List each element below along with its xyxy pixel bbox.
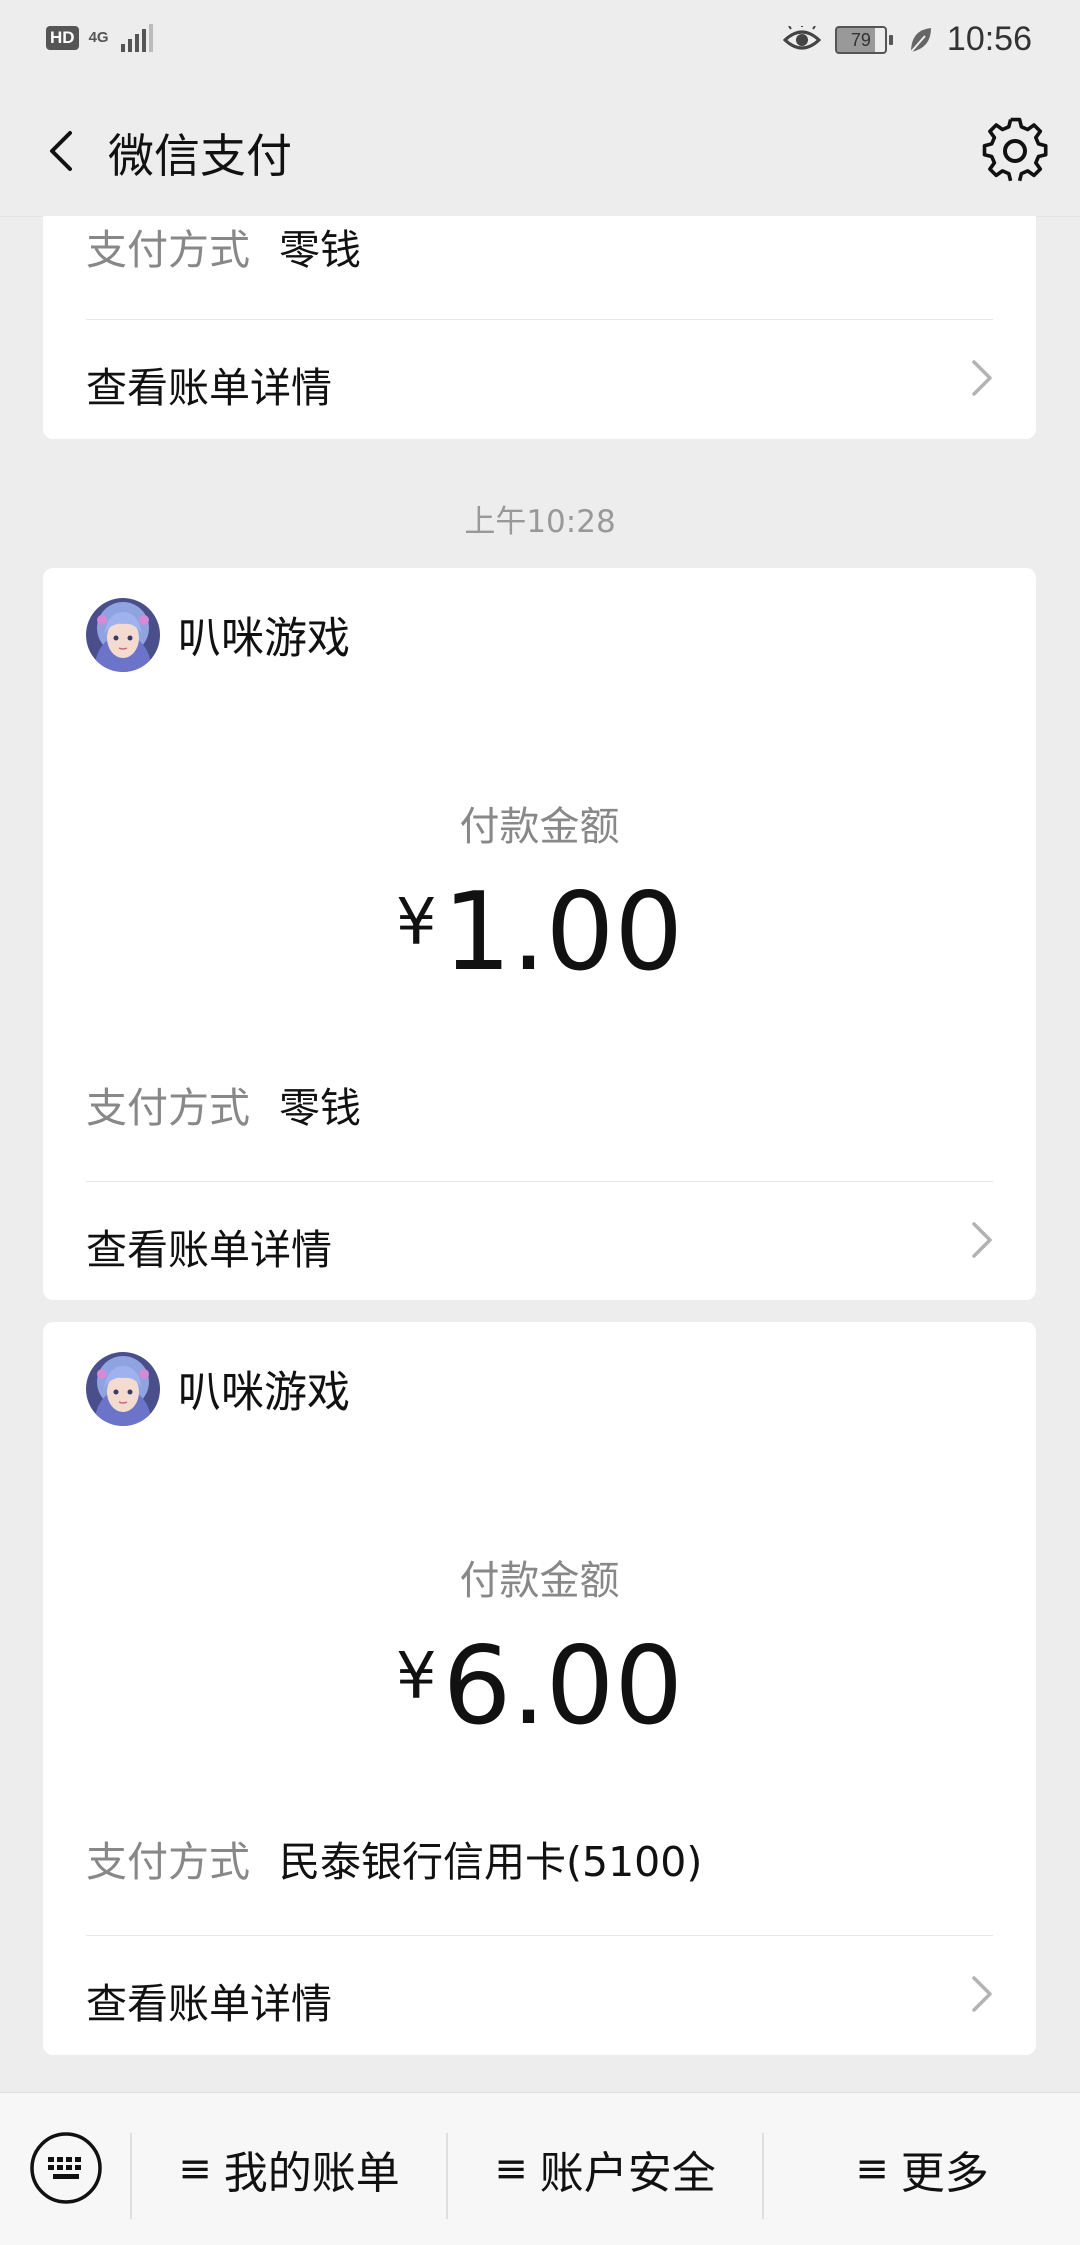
view-bill-detail-label: 查看账单详情 bbox=[86, 1980, 332, 2028]
menu-account-security[interactable]: ≡ 账户安全 bbox=[448, 2093, 762, 2245]
battery-indicator: 79 bbox=[834, 25, 893, 54]
merchant-avatar bbox=[86, 598, 160, 672]
network-type: 4G bbox=[88, 29, 109, 46]
merchant-header[interactable]: 叭咪游戏 bbox=[86, 598, 350, 672]
pay-method-label: 支付方式 bbox=[86, 1838, 250, 1886]
view-bill-detail-row[interactable]: 查看账单详情 bbox=[43, 320, 1036, 439]
amount-label: 付款金额 bbox=[459, 804, 620, 850]
view-bill-detail-label: 查看账单详情 bbox=[86, 364, 332, 412]
merchant-header[interactable]: 叭咪游戏 bbox=[86, 1352, 350, 1426]
clock: 10:56 bbox=[946, 20, 1032, 58]
pay-method-label: 支付方式 bbox=[86, 226, 250, 274]
payment-amount: ¥1.00 bbox=[43, 870, 1036, 995]
currency-symbol: ¥ bbox=[395, 1640, 437, 1714]
view-bill-detail-row[interactable]: 查看账单详情 bbox=[43, 1936, 1036, 2055]
chevron-right-icon bbox=[972, 360, 992, 396]
view-bill-detail-row[interactable]: 查看账单详情 bbox=[43, 1182, 1036, 1300]
leaf-icon bbox=[910, 27, 931, 53]
merchant-avatar bbox=[86, 1352, 160, 1426]
payment-card: 叭咪游戏 付款金额 ¥6.00 支付方式 民泰银行信用卡(5100) 查看账单详… bbox=[43, 1322, 1036, 2055]
menu-label: 账户安全 bbox=[539, 2148, 716, 2199]
amount-label: 付款金额 bbox=[459, 1558, 620, 1604]
menu-label: 更多 bbox=[900, 2148, 989, 2199]
chevron-right-icon bbox=[972, 1976, 992, 2012]
status-bar: HD 4G 79 10:56 bbox=[0, 0, 1080, 86]
signal-icon bbox=[120, 24, 153, 52]
status-right: 79 10:56 bbox=[782, 20, 1032, 59]
currency-symbol: ¥ bbox=[395, 886, 437, 960]
merchant-name: 叭咪游戏 bbox=[178, 1368, 350, 1418]
settings-gear-icon[interactable] bbox=[980, 116, 1050, 186]
pay-method-label: 支付方式 bbox=[86, 1084, 250, 1132]
menu-more[interactable]: ≡ 更多 bbox=[764, 2093, 1080, 2245]
amount-value: 1.00 bbox=[442, 870, 684, 995]
nav-header: 微信支付 bbox=[0, 86, 1080, 217]
menu-list-icon: ≡ bbox=[178, 2146, 212, 2192]
pay-method-value: 零钱 bbox=[279, 226, 361, 274]
battery-level: 79 bbox=[834, 25, 887, 54]
page-title: 微信支付 bbox=[108, 129, 292, 183]
pay-method-value: 民泰银行信用卡(5100) bbox=[279, 1838, 703, 1886]
merchant-name: 叭咪游戏 bbox=[178, 614, 350, 664]
status-left: HD 4G bbox=[46, 24, 155, 52]
amount-value: 6.00 bbox=[442, 1624, 684, 1749]
bottom-menu-bar: ≡ 我的账单 ≡ 账户安全 ≡ 更多 bbox=[0, 2092, 1080, 2245]
hd-badge: HD bbox=[46, 26, 79, 50]
payment-amount: ¥6.00 bbox=[43, 1624, 1036, 1749]
message-timestamp: 上午10:28 bbox=[464, 504, 616, 540]
menu-list-icon: ≡ bbox=[855, 2146, 889, 2192]
menu-list-icon: ≡ bbox=[494, 2146, 528, 2192]
payment-card-partial: 支付方式 零钱 查看账单详情 bbox=[43, 216, 1036, 439]
back-arrow-icon[interactable] bbox=[30, 119, 94, 183]
menu-label: 我的账单 bbox=[223, 2148, 400, 2199]
menu-my-bills[interactable]: ≡ 我的账单 bbox=[132, 2093, 446, 2245]
keyboard-icon[interactable] bbox=[29, 2131, 103, 2205]
payment-card: 叭咪游戏 付款金额 ¥1.00 支付方式 零钱 查看账单详情 bbox=[43, 568, 1036, 1300]
pay-method-value: 零钱 bbox=[279, 1084, 361, 1132]
view-bill-detail-label: 查看账单详情 bbox=[86, 1226, 332, 1274]
eye-icon bbox=[782, 25, 821, 49]
chevron-right-icon bbox=[972, 1222, 992, 1258]
